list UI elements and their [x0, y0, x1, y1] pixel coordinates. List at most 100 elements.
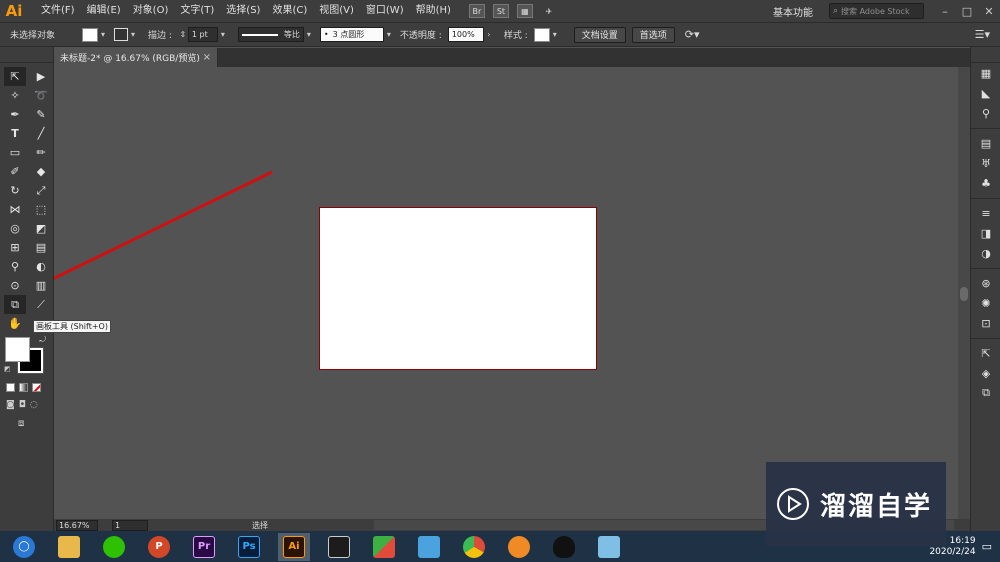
transform-panel-icon[interactable]: ⊡ [971, 313, 1000, 333]
rectangle-tool-icon[interactable]: ▭ [4, 143, 26, 162]
chevron-down-icon[interactable]: ▾ [128, 28, 138, 42]
blend-tool-icon[interactable]: ◐ [30, 257, 52, 276]
arrange-icon[interactable]: ⟳▾ [685, 28, 700, 41]
menu-effect[interactable]: 效果(C) [266, 0, 313, 22]
panel-grip[interactable] [971, 47, 1000, 63]
default-colors-icon[interactable]: ◩ [4, 365, 11, 373]
document-tab[interactable]: 未标题-2* @ 16.67% (RGB/预览) × [54, 48, 218, 67]
navigator-panel-icon[interactable]: ⚲ [971, 103, 1000, 123]
slice-tool-icon[interactable]: ⟋ [30, 295, 52, 314]
stock-search-input[interactable]: ⌕ 搜索 Adobe Stock [829, 3, 924, 19]
current-tool-status[interactable]: 选择 [252, 520, 268, 531]
eyedropper-tool-icon[interactable]: ⚲ [4, 257, 26, 276]
gradient-panel-icon[interactable]: ◨ [971, 223, 1000, 243]
appearance-panel-icon[interactable]: ⊛ [971, 273, 1000, 293]
direct-selection-tool-icon[interactable]: ▶ [30, 67, 52, 86]
style-control[interactable]: ▾ [533, 27, 560, 42]
stroke-profile-select[interactable]: 等比 ▾ [237, 27, 314, 42]
brush-field[interactable]: • 3 点圆形 [319, 27, 384, 42]
symbols-panel-icon[interactable]: ♣ [971, 173, 1000, 193]
chevron-right-icon[interactable]: › [484, 28, 494, 42]
artboard-tool-icon[interactable]: ⧉ [4, 295, 26, 314]
chevron-down-icon[interactable]: ▾ [550, 28, 560, 42]
brushes-panel-icon[interactable]: ♅ [971, 153, 1000, 173]
taskbar-app-file-explorer[interactable] [53, 533, 85, 561]
fill-swatch[interactable] [5, 337, 30, 362]
perspective-grid-tool-icon[interactable]: ◩ [30, 219, 52, 238]
mesh-tool-icon[interactable]: ⊞ [4, 238, 26, 257]
line-tool-icon[interactable]: ╱ [30, 124, 52, 143]
free-transform-tool-icon[interactable]: ⬚ [30, 200, 52, 219]
taskbar-app-bandizip[interactable] [368, 533, 400, 561]
scroll-thumb[interactable] [960, 287, 968, 301]
taskbar-app-photoshop[interactable]: Ps [233, 533, 265, 561]
workspace-switcher[interactable]: 基本功能 [773, 4, 813, 19]
panel-toggle-icon[interactable]: ☰▾ [975, 28, 990, 41]
libraries-panel-icon[interactable]: ◣ [971, 83, 1000, 103]
paintbrush-tool-icon[interactable]: ✏ [30, 143, 52, 162]
draw-inside-icon[interactable]: ◌ [30, 400, 38, 410]
chevron-down-icon[interactable]: ▾ [98, 28, 108, 42]
preferences-button[interactable]: 首选项 [631, 26, 675, 43]
document-setup-button[interactable]: 文档设置 [573, 26, 626, 43]
arrange-documents-icon[interactable]: ▦ [516, 4, 533, 18]
taskbar-app-video-editor[interactable] [323, 533, 355, 561]
menu-window[interactable]: 窗口(W) [360, 0, 410, 22]
taskbar-app-premiere[interactable]: Pr [188, 533, 220, 561]
export-panel-icon[interactable]: ⇱ [971, 343, 1000, 363]
draw-normal-icon[interactable]: ◙ [6, 400, 15, 410]
panel-grip[interactable] [0, 47, 53, 63]
chevron-down-icon[interactable]: ▾ [218, 28, 228, 42]
notification-icon[interactable]: ▭ [982, 540, 992, 553]
stepper-icon[interactable]: ⇕ [178, 28, 188, 42]
type-tool-icon[interactable]: T [4, 124, 26, 143]
close-tab-icon[interactable]: × [203, 52, 211, 63]
vertical-scrollbar[interactable] [958, 67, 970, 519]
opacity-label[interactable]: 不透明度 : [400, 28, 442, 41]
stroke-panel-icon[interactable]: ≡ [971, 203, 1000, 223]
shape-builder-tool-icon[interactable]: ◎ [4, 219, 26, 238]
properties-panel-icon[interactable]: ▦ [971, 63, 1000, 83]
taskbar-app-screenshot[interactable] [413, 533, 445, 561]
menu-edit[interactable]: 编辑(E) [81, 0, 127, 22]
opacity-field[interactable]: 100% [447, 27, 484, 42]
symbol-sprayer-tool-icon[interactable]: ⊙ [4, 276, 26, 295]
stroke-label[interactable]: 描边 : [148, 28, 172, 41]
draw-behind-icon[interactable]: ◘ [19, 400, 26, 410]
color-icon[interactable] [6, 383, 15, 392]
bridge-icon[interactable]: Br [468, 4, 485, 18]
column-graph-tool-icon[interactable]: ▥ [30, 276, 52, 295]
gradient-icon[interactable] [19, 383, 28, 392]
close-button[interactable]: ✕ [978, 5, 1000, 18]
fill-swatch-small[interactable] [82, 27, 98, 42]
color-guide-panel-icon[interactable]: ▤ [971, 133, 1000, 153]
menu-select[interactable]: 选择(S) [220, 0, 266, 22]
start-button[interactable]: ◯ [8, 533, 40, 561]
stock-icon[interactable]: St [492, 4, 509, 18]
fill-stroke-widget[interactable]: ⤾ ◩ [4, 335, 48, 374]
minimize-button[interactable]: – [934, 5, 956, 18]
curvature-tool-icon[interactable]: ✎ [30, 105, 52, 124]
scale-tool-icon[interactable]: ⤢ [30, 181, 52, 200]
gradient-tool-icon[interactable]: ▤ [30, 238, 52, 257]
stroke-color-control[interactable]: ▾ [114, 28, 138, 42]
stroke-weight-spinner[interactable]: ⇕ 1 pt ▾ [178, 27, 228, 42]
zoom-field[interactable]: 16.67% [56, 519, 98, 531]
menu-file[interactable]: 文件(F) [35, 0, 81, 22]
menu-type[interactable]: 文字(T) [174, 0, 220, 22]
none-icon[interactable] [32, 383, 41, 392]
taskbar-app-browser[interactable] [503, 533, 535, 561]
screen-mode-icon[interactable]: ⧈ [18, 418, 24, 429]
hand-tool-icon[interactable]: ✋ [4, 314, 26, 333]
menu-help[interactable]: 帮助(H) [410, 0, 457, 22]
opacity-control[interactable]: 100% › [447, 27, 494, 42]
taskbar-app-chrome[interactable] [458, 533, 490, 561]
maximize-button[interactable]: □ [956, 5, 978, 18]
fill-control[interactable]: ▾ [82, 27, 108, 42]
menu-object[interactable]: 对象(O) [127, 0, 175, 22]
artboards-panel-icon[interactable]: ⧉ [971, 383, 1000, 403]
brush-select[interactable]: • 3 点圆形 ▾ [319, 27, 394, 42]
taskbar-app-qq[interactable] [548, 533, 580, 561]
layers-panel-icon[interactable]: ◈ [971, 363, 1000, 383]
eraser-tool-icon[interactable]: ◆ [30, 162, 52, 181]
